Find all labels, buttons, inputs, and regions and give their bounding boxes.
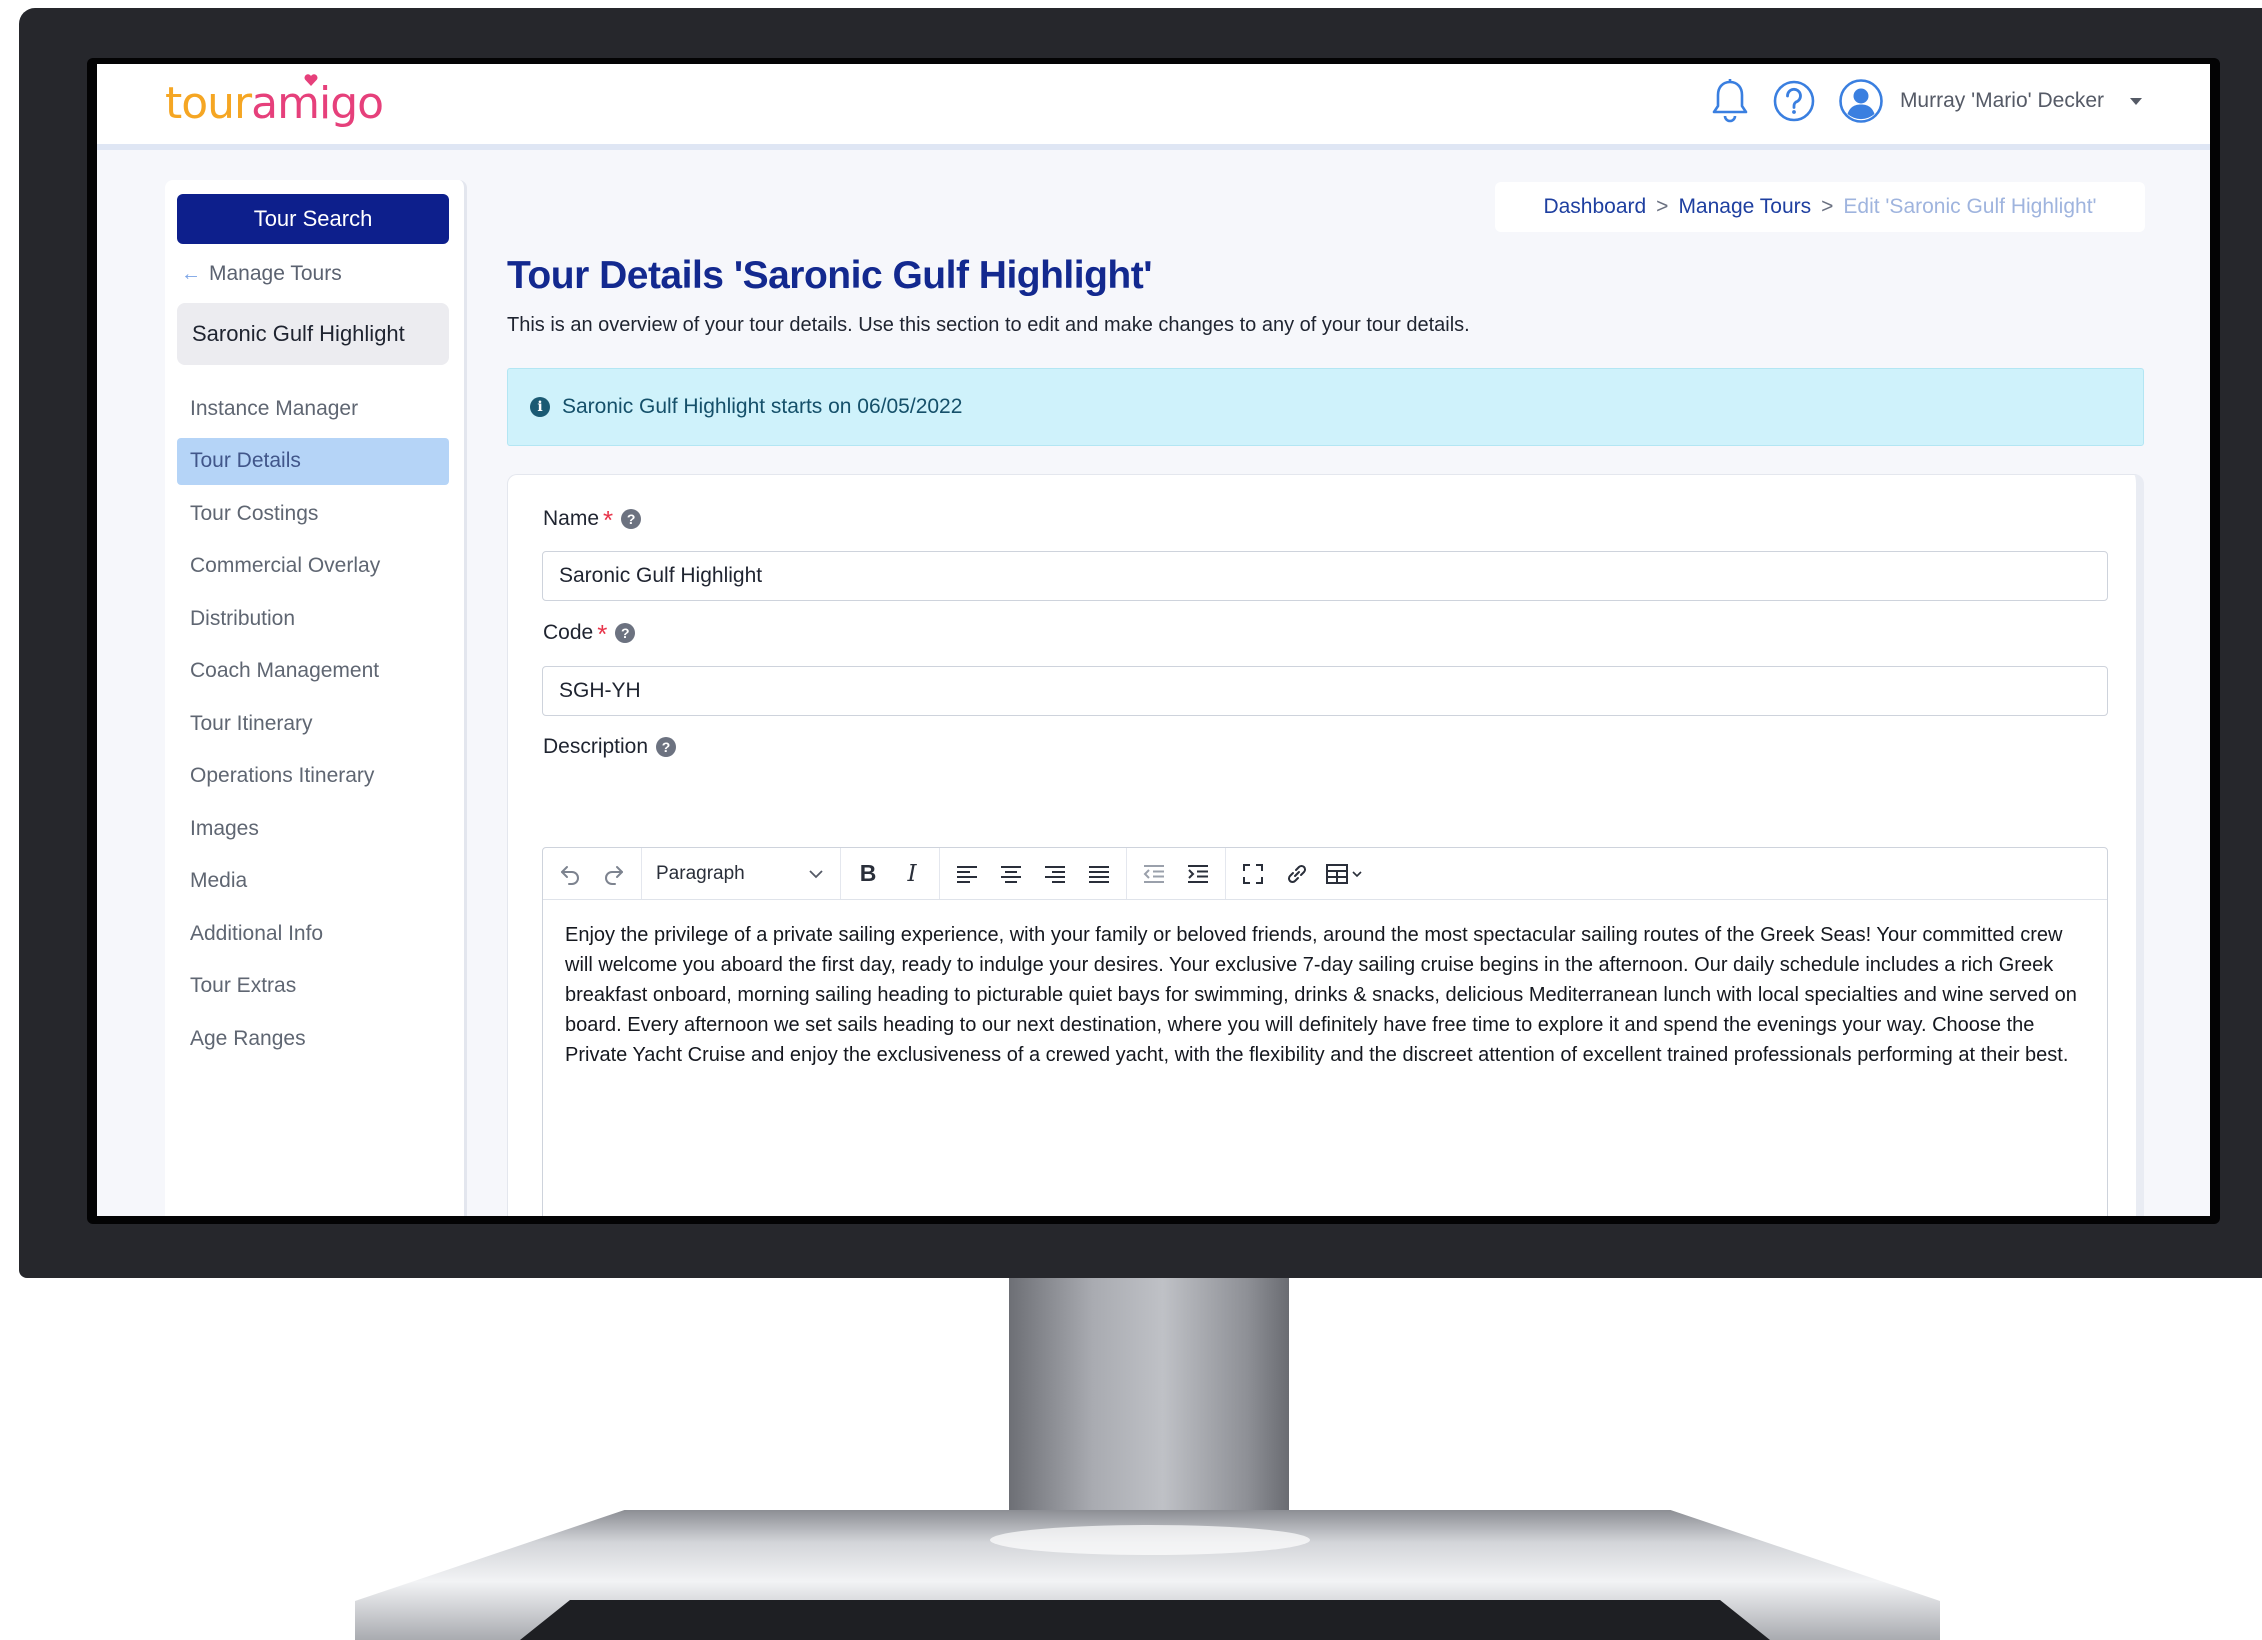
breadcrumb-separator: >: [1656, 195, 1669, 218]
page-title: Tour Details 'Saronic Gulf Highlight': [507, 254, 1153, 297]
monitor-stand-neck: [1009, 1278, 1289, 1540]
breadcrumb: Dashboard > Manage Tours > Edit 'Saronic…: [1495, 182, 2145, 232]
sidebar-item-coach-management[interactable]: Coach Management: [177, 648, 449, 695]
help-icon[interactable]: ?: [615, 623, 636, 643]
help-icon[interactable]: ?: [621, 509, 642, 529]
align-right-icon[interactable]: [1036, 855, 1074, 893]
sidebar-item-age-ranges[interactable]: Age Ranges: [177, 1015, 449, 1062]
undo-icon[interactable]: [551, 855, 589, 893]
block-format-select[interactable]: Paragraph: [650, 855, 832, 893]
link-icon[interactable]: [1278, 855, 1316, 893]
logo-text-tour: tour: [165, 78, 252, 129]
insert-group: [1226, 848, 1378, 899]
sidebar-item-distribution[interactable]: Distribution: [177, 595, 449, 642]
name-input[interactable]: [542, 551, 2108, 601]
table-icon[interactable]: [1322, 855, 1370, 893]
code-input[interactable]: [542, 666, 2108, 716]
redo-icon[interactable]: [595, 855, 633, 893]
chevron-down-icon: [809, 869, 823, 878]
align-justify-icon[interactable]: [1080, 855, 1118, 893]
top-bar: touramigo Murray 'Mario' Decker: [97, 64, 2210, 150]
text-style-group: B I: [841, 848, 940, 899]
required-asterisk-icon: *: [603, 505, 614, 535]
caret-down-icon[interactable]: [2130, 97, 2142, 105]
monitor-stand-shadow: [520, 1600, 1770, 1640]
back-link-label: Manage Tours: [209, 262, 342, 285]
app-screen: touramigo Murray 'Mario' Decker Tour Sea…: [97, 64, 2210, 1216]
arrow-left-icon: ←: [181, 262, 201, 285]
sidebar-item-images[interactable]: Images: [177, 805, 449, 852]
bold-icon[interactable]: B: [849, 855, 887, 893]
back-to-manage-tours-link[interactable]: ← Manage Tours: [181, 262, 342, 286]
top-bar-actions: Murray 'Mario' Decker: [1710, 76, 2142, 126]
required-asterisk-icon: *: [597, 619, 608, 649]
breadcrumb-separator: >: [1821, 195, 1834, 218]
sidebar: Tour Search ← Manage Tours Saronic Gulf …: [165, 180, 467, 1216]
align-left-icon[interactable]: [948, 855, 986, 893]
sidebar-item-additional-info[interactable]: Additional Info: [177, 910, 449, 957]
breadcrumb-current: Edit 'Saronic Gulf Highlight': [1843, 195, 2097, 218]
logo-heart-icon: [304, 74, 318, 86]
tour-search-button[interactable]: Tour Search: [177, 194, 449, 244]
alignment-group: [940, 848, 1127, 899]
question-circle-icon[interactable]: [1772, 79, 1816, 123]
name-label-text: Name: [543, 507, 600, 530]
description-rich-text-editor: Paragraph B I Enjoy the privilege of a p…: [542, 847, 2108, 1216]
code-field-label: Code * ?: [543, 619, 636, 649]
user-circle-icon[interactable]: [1838, 78, 1884, 124]
help-icon[interactable]: ?: [656, 737, 677, 757]
tour-details-form: Name * ? Code * ? Description ?: [507, 474, 2144, 1216]
description-label-text: Description: [543, 735, 649, 758]
page-description: This is an overview of your tour details…: [507, 314, 1470, 336]
sidebar-item-tour-costings[interactable]: Tour Costings: [177, 490, 449, 537]
bell-icon[interactable]: [1710, 78, 1750, 124]
app-logo[interactable]: touramigo: [165, 78, 384, 129]
code-label-text: Code: [543, 621, 594, 644]
sidebar-item-tour-itinerary[interactable]: Tour Itinerary: [177, 700, 449, 747]
description-field-label: Description ?: [543, 735, 677, 759]
italic-icon[interactable]: I: [893, 855, 931, 893]
history-group: [543, 848, 642, 899]
sidebar-item-media[interactable]: Media: [177, 858, 449, 905]
breadcrumb-manage-tours[interactable]: Manage Tours: [1678, 195, 1811, 219]
editor-content[interactable]: Enjoy the privilege of a private sailing…: [543, 900, 2107, 1090]
block-format-value: Paragraph: [656, 862, 745, 884]
sidebar-item-instance-manager[interactable]: Instance Manager: [177, 385, 449, 432]
info-banner: i Saronic Gulf Highlight starts on 06/05…: [507, 368, 2144, 446]
info-icon: i: [530, 397, 550, 417]
align-center-icon[interactable]: [992, 855, 1030, 893]
sidebar-item-commercial-overlay[interactable]: Commercial Overlay: [177, 543, 449, 590]
monitor-stand-highlight: [990, 1525, 1310, 1555]
breadcrumb-dashboard[interactable]: Dashboard: [1543, 195, 1646, 219]
info-banner-text: Saronic Gulf Highlight starts on 06/05/2…: [562, 395, 963, 418]
name-field-label: Name * ?: [543, 505, 642, 535]
outdent-icon[interactable]: [1135, 855, 1173, 893]
current-tour-label: Saronic Gulf Highlight: [177, 303, 449, 365]
indent-icon[interactable]: [1179, 855, 1217, 893]
sidebar-item-tour-extras[interactable]: Tour Extras: [177, 963, 449, 1010]
sidebar-item-operations-itinerary[interactable]: Operations Itinerary: [177, 753, 449, 800]
editor-toolbar: Paragraph B I: [543, 848, 2107, 900]
indent-group: [1127, 848, 1226, 899]
sidebar-nav: Instance Manager Tour Details Tour Costi…: [177, 385, 449, 1068]
sidebar-item-tour-details[interactable]: Tour Details: [177, 437, 449, 485]
block-format-group: Paragraph: [642, 848, 841, 899]
fullscreen-icon[interactable]: [1234, 855, 1272, 893]
user-name[interactable]: Murray 'Mario' Decker: [1900, 89, 2104, 113]
